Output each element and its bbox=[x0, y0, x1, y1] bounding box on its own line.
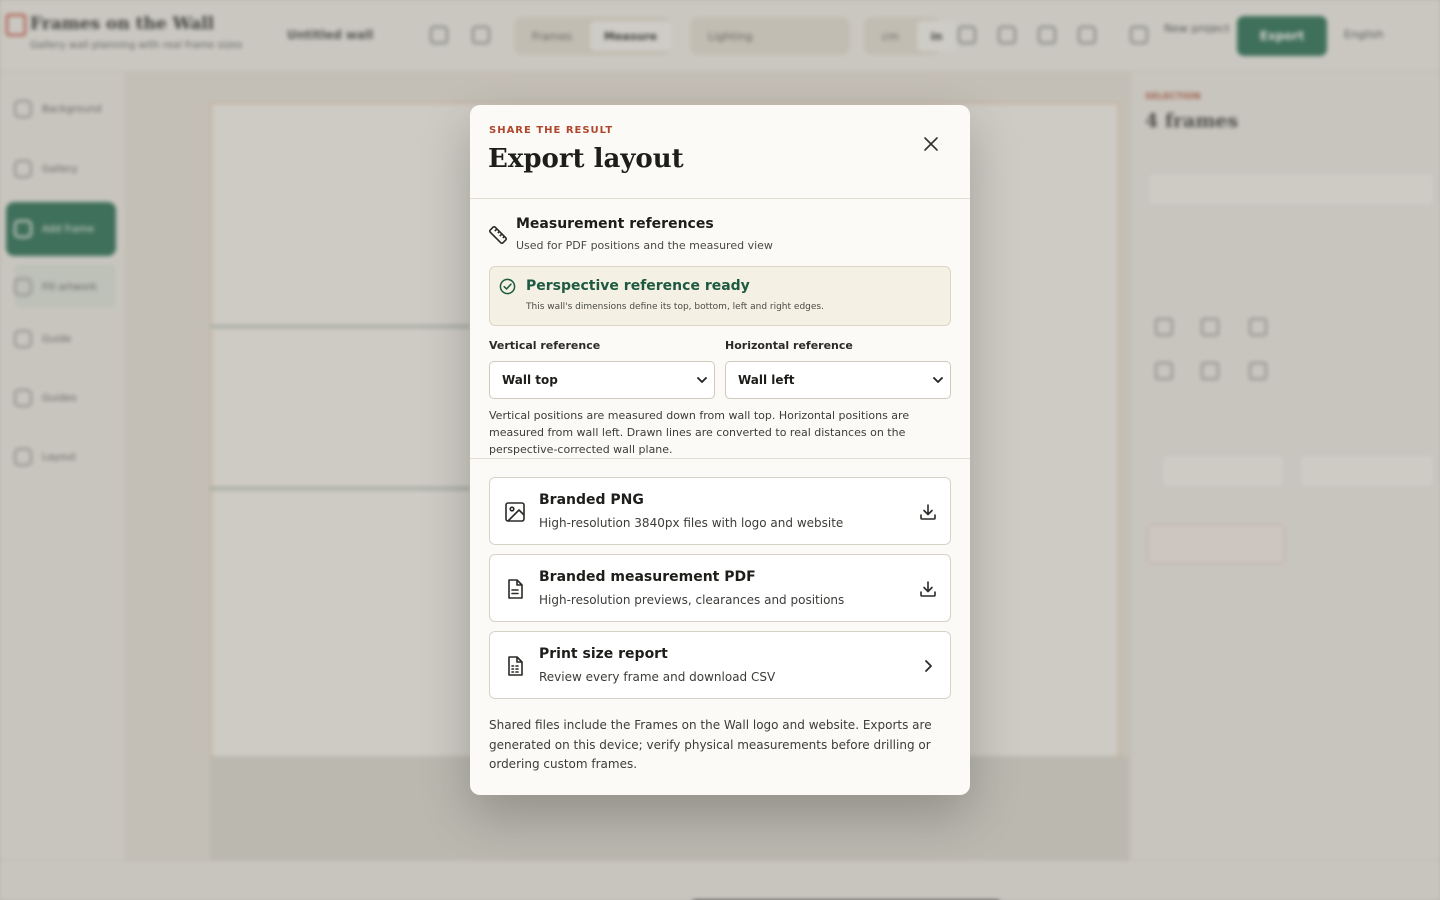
horizontal-reference-label: Horizontal reference bbox=[725, 339, 853, 352]
close-button[interactable] bbox=[918, 131, 944, 157]
export-pdf-subtitle: High-resolution previews, clearances and… bbox=[539, 593, 845, 607]
chevron-down-icon bbox=[933, 377, 943, 383]
vertical-reference-select[interactable]: Wall top bbox=[489, 361, 715, 399]
check-circle-icon bbox=[499, 278, 516, 295]
print-size-report-title: Print size report bbox=[539, 646, 668, 662]
vertical-reference-value: Wall top bbox=[502, 373, 558, 387]
export-pdf-option[interactable]: Branded measurement PDF High-resolution … bbox=[489, 554, 951, 622]
print-size-report-option[interactable]: Print size report Review every frame and… bbox=[489, 631, 951, 699]
export-pdf-title: Branded measurement PDF bbox=[539, 569, 756, 585]
export-png-option[interactable]: Branded PNG High-resolution 3840px files… bbox=[489, 477, 951, 545]
horizontal-reference-value: Wall left bbox=[738, 373, 795, 387]
vertical-reference-label: Vertical reference bbox=[489, 339, 601, 352]
ruler-icon bbox=[488, 225, 508, 245]
dialog-title: Export layout bbox=[488, 144, 684, 174]
horizontal-reference-select[interactable]: Wall left bbox=[725, 361, 951, 399]
chevron-right-icon bbox=[925, 660, 932, 672]
download-icon bbox=[920, 504, 936, 520]
perspective-ready-subtitle: This wall's dimensions define its top, b… bbox=[526, 302, 824, 312]
export-layout-dialog: SHARE THE RESULT Export layout Measureme… bbox=[470, 105, 970, 795]
divider bbox=[470, 198, 970, 199]
print-size-report-subtitle: Review every frame and download CSV bbox=[539, 670, 776, 684]
measurement-references-subtitle: Used for PDF positions and the measured … bbox=[516, 239, 773, 252]
footer-note: Shared files include the Frames on the W… bbox=[489, 718, 932, 771]
chevron-down-icon bbox=[697, 377, 707, 383]
dialog-kicker: SHARE THE RESULT bbox=[489, 125, 614, 136]
reference-note: Vertical positions are measured down fro… bbox=[489, 409, 910, 456]
download-icon bbox=[920, 581, 936, 597]
perspective-ready-notice: Perspective reference ready This wall's … bbox=[489, 266, 951, 326]
close-icon bbox=[924, 137, 938, 151]
document-icon bbox=[508, 579, 523, 599]
export-png-subtitle: High-resolution 3840px files with logo a… bbox=[539, 516, 844, 530]
spreadsheet-icon bbox=[508, 656, 523, 676]
export-png-title: Branded PNG bbox=[539, 492, 644, 508]
perspective-ready-title: Perspective reference ready bbox=[526, 278, 750, 294]
measurement-references-title: Measurement references bbox=[516, 216, 714, 232]
image-icon bbox=[505, 502, 525, 522]
divider bbox=[470, 458, 970, 459]
